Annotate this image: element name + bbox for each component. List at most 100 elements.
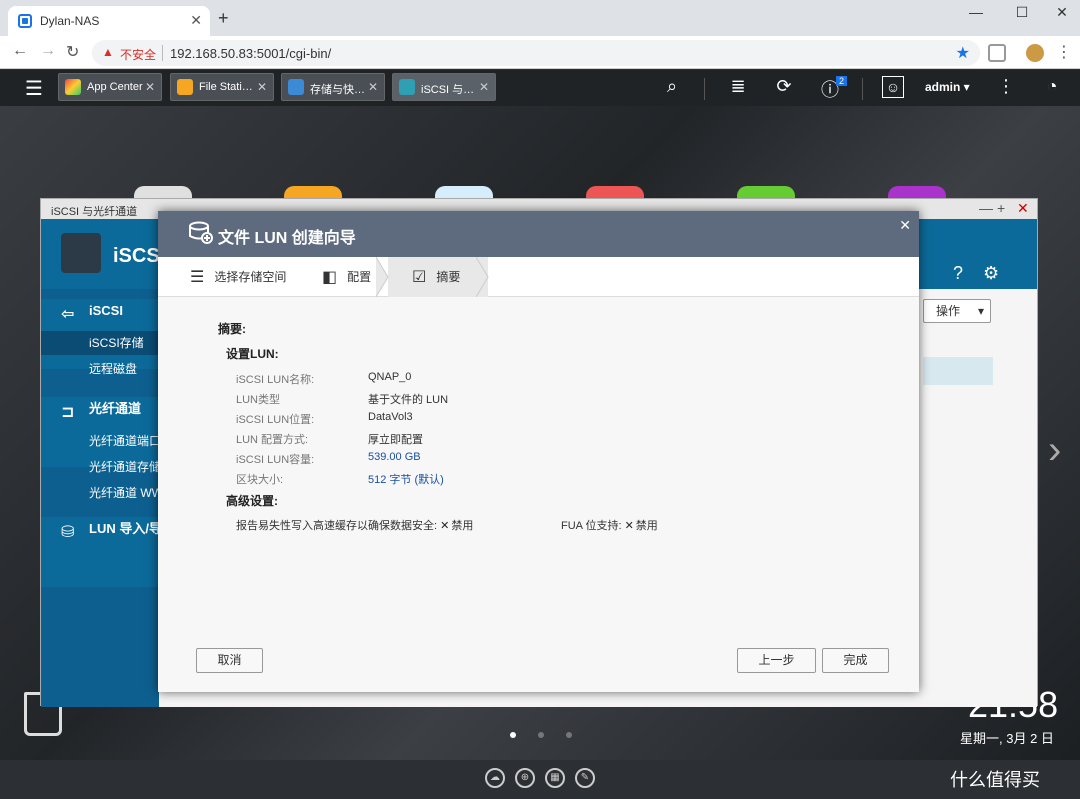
watermark-logo: 什么值得买 <box>950 770 1040 790</box>
field-value: QNAP_0 <box>368 371 412 383</box>
cancel-button[interactable]: 取消 <box>196 648 263 673</box>
field-value: DataVol3 <box>368 411 413 423</box>
tab-close-icon[interactable]: ✕ <box>190 12 202 29</box>
lun-wizard-dialog: 文件 LUN 创建向导 ✕ ☰ 选择存储空间 ◧ 配置 ☑ 摘要 摘要: 设置LUN:… <box>158 211 919 692</box>
url-text[interactable]: 192.168.50.83:5001/cgi-bin/ <box>170 46 331 61</box>
new-tab-button[interactable]: + <box>218 8 229 29</box>
advanced-option-value: 禁用 <box>635 520 658 532</box>
taskbar-tab-iscsi[interactable]: iSCSI 与… ✕ <box>392 73 496 101</box>
warning-icon: ▲ <box>102 45 114 59</box>
page-dot-active[interactable] <box>510 732 516 738</box>
field-key: iSCSI LUN名称: <box>236 374 315 386</box>
window-close-button[interactable]: ✕ <box>1048 4 1076 21</box>
sync-icon[interactable]: ⟳ <box>772 76 796 97</box>
checklist-icon: ☑ <box>412 268 427 286</box>
step-label: 选择存储空间 <box>214 270 287 284</box>
main-menu-icon[interactable]: ☰ <box>25 76 43 101</box>
back-arrow-icon[interactable]: ← <box>12 42 28 60</box>
dashboard-gauge-icon[interactable]: ◔ <box>1040 76 1064 97</box>
sidebar-item-label: 光纤通道存储 <box>89 460 159 474</box>
grid-icon[interactable]: ▦ <box>545 768 565 788</box>
maximize-button[interactable]: ☐ <box>1008 4 1036 21</box>
notification-badge: 2 <box>836 76 848 86</box>
sidebar-item-label: 光纤通道端口 <box>89 434 159 448</box>
browser-tab[interactable]: Dylan-NAS ✕ <box>8 6 210 36</box>
field-key: LUN类型 <box>236 394 281 406</box>
close-icon[interactable]: ✕ <box>479 80 489 94</box>
step-label: 配置 <box>347 270 372 284</box>
taskbar-tab-storage[interactable]: 存储与快… ✕ <box>281 73 385 101</box>
edit-icon[interactable]: ✎ <box>575 768 595 788</box>
url-bar[interactable]: ▲ 不安全 192.168.50.83:5001/cgi-bin/ ★ <box>92 40 980 66</box>
sidebar-item-iscsi-storage[interactable]: iSCSI存储 <box>41 331 159 355</box>
field-key: 区块大小: <box>236 474 284 486</box>
background-tasks-icon[interactable]: ≣ <box>726 76 750 97</box>
operation-dropdown[interactable]: 操作 ▾ <box>923 299 991 323</box>
lun-settings-heading: 设置LUN: <box>226 347 279 361</box>
iscsi-sidebar: ⇦ iSCSI iSCSI存储 远程磁盘 ⊐ 光纤通道 光纤通道端口 光纤通道存储 … <box>41 289 159 707</box>
iscsi-nav-icon: ⇦ <box>61 306 75 323</box>
sidebar-item-lun-import-export[interactable]: ⛁ LUN 导入/导出 <box>41 517 159 587</box>
help-icon[interactable]: ? <box>953 263 963 284</box>
extension-shield-icon[interactable] <box>988 44 1006 62</box>
user-icon[interactable]: ☺ <box>882 76 904 98</box>
step-separator <box>376 257 389 297</box>
field-value: 厚立即配置 <box>368 434 423 446</box>
maximize-button[interactable]: + <box>997 200 1005 216</box>
step-separator <box>476 257 489 297</box>
taskbar-tab-label: iSCSI 与… <box>421 84 475 96</box>
search-icon[interactable]: ⌕ <box>660 76 684 97</box>
sidebar-item-remote-disk[interactable]: 远程磁盘 <box>41 357 159 381</box>
sidebar-item-fc-wwpn[interactable]: 光纤通道 WWPN <box>41 481 159 505</box>
iscsi-logo-icon <box>61 233 101 273</box>
step-summary: ☑ 摘要 <box>412 257 460 297</box>
lun-database-icon <box>189 221 213 244</box>
close-icon[interactable]: ✕ <box>257 80 267 94</box>
forward-arrow-icon[interactable]: → <box>40 42 56 60</box>
minimize-button[interactable]: — <box>962 4 990 20</box>
chrome-menu-icon[interactable]: ⋮ <box>1056 42 1072 62</box>
page-dot[interactable] <box>566 732 572 738</box>
sidebar-item-fc-storage[interactable]: 光纤通道存储 <box>41 455 159 479</box>
advanced-option-fua: FUA 位支持: ✕ 禁用 <box>561 517 658 533</box>
url-divider <box>162 45 163 61</box>
sidebar-item-label: iSCSI <box>89 303 123 318</box>
sidebar-item-fc-ports[interactable]: 光纤通道端口 <box>41 429 159 453</box>
field-value: 512 字节 (默认) <box>368 474 444 486</box>
close-button[interactable]: ✕ <box>1017 200 1029 217</box>
step-configure: ◧ 配置 <box>322 257 371 297</box>
insecure-label[interactable]: 不安全 <box>120 46 156 63</box>
close-icon[interactable]: ✕ <box>899 217 911 234</box>
cloud-icon[interactable]: ☁ <box>485 768 505 788</box>
sidebar-item-label: iSCSI存储 <box>89 336 144 350</box>
profile-avatar[interactable] <box>1026 44 1044 62</box>
next-page-chevron-icon[interactable]: › <box>1048 428 1061 473</box>
taskbar-tab-label: File Stati… <box>199 81 253 93</box>
close-icon[interactable]: ✕ <box>368 80 378 94</box>
reload-icon[interactable]: ↻ <box>66 42 79 62</box>
storage-icon <box>288 79 304 95</box>
sidebar-item-label: 光纤通道 <box>89 401 142 416</box>
bookmark-star-icon[interactable]: ★ <box>956 43 970 63</box>
selected-row[interactable] <box>923 357 993 385</box>
field-value: 基于文件的 LUN <box>368 394 449 406</box>
user-menu[interactable]: admin ▾ <box>925 80 970 94</box>
gear-icon[interactable]: ⚙ <box>983 263 999 284</box>
page-dot[interactable] <box>538 732 544 738</box>
sidebar-item-label: 远程磁盘 <box>89 362 138 376</box>
more-menu-icon[interactable]: ⋮ <box>994 76 1018 97</box>
advanced-option-volatile-cache: 报告易失性写入高速缓存以确保数据安全: ✕ 禁用 <box>236 517 473 533</box>
finish-button[interactable]: 完成 <box>822 648 889 673</box>
operation-label: 操作 <box>936 304 961 318</box>
sidebar-item-label: 光纤通道 WWPN <box>89 486 159 500</box>
compass-icon[interactable]: ⊕ <box>515 768 535 788</box>
taskbar-tab-file-station[interactable]: File Stati… ✕ <box>170 73 274 101</box>
desktop-date: 星期一, 3月 2 日 <box>960 731 1054 746</box>
wizard-header[interactable]: 文件 LUN 创建向导 ✕ <box>158 211 919 257</box>
fibre-channel-icon: ⊐ <box>61 404 75 421</box>
close-icon[interactable]: ✕ <box>145 80 155 94</box>
iscsi-icon <box>399 79 415 95</box>
minimize-button[interactable]: — <box>979 200 993 216</box>
taskbar-tab-app-center[interactable]: App Center ✕ <box>58 73 162 101</box>
back-button[interactable]: 上一步 <box>737 648 816 673</box>
